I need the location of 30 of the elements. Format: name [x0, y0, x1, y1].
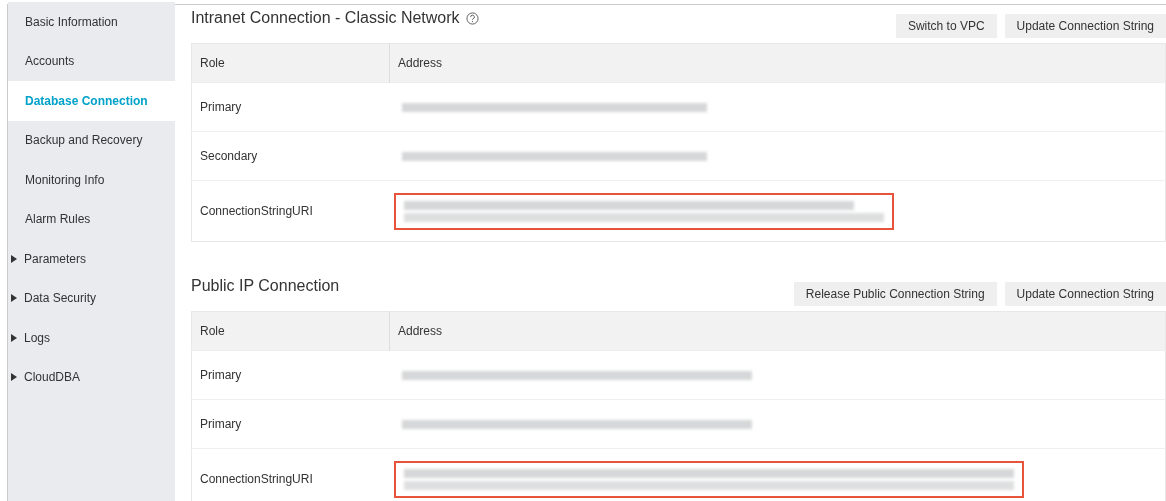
sidebar-item[interactable]: Data Security [8, 278, 175, 318]
action-button[interactable]: Release Public Connection String [793, 282, 997, 306]
sidebar-item[interactable]: CloudDBA [8, 357, 175, 397]
section-title: Intranet Connection - Classic Network [191, 9, 460, 27]
column-header: Role [191, 43, 390, 83]
caret-icon [11, 333, 17, 342]
column-header: Address [389, 43, 1166, 83]
caret-icon [11, 294, 17, 303]
table-cell: Primary [200, 368, 242, 382]
sidebar-item[interactable]: Basic Information [8, 2, 175, 42]
help-icon[interactable] [465, 11, 479, 25]
table-cell: ConnectionStringURI [200, 472, 313, 486]
action-button[interactable]: Switch to VPC [895, 14, 997, 38]
sidebar-item[interactable]: Backup and Recovery [8, 120, 175, 160]
table-cell: Primary [200, 100, 242, 114]
section-title: Public IP Connection [191, 277, 340, 295]
caret-icon [11, 373, 17, 382]
table-cell: Secondary [200, 149, 258, 163]
action-button[interactable]: Update Connection String [1004, 282, 1166, 306]
sidebar-item[interactable]: Accounts [8, 41, 175, 81]
sidebar-item[interactable]: Alarm Rules [8, 199, 175, 239]
table-cell: Primary [200, 417, 242, 431]
column-header: Address [389, 311, 1166, 351]
table-cell: ConnectionStringURI [200, 204, 313, 218]
sidebar-item[interactable]: Monitoring Info [8, 160, 175, 200]
sidebar-item[interactable]: Logs [8, 318, 175, 358]
sidebar-item[interactable]: Parameters [8, 239, 175, 279]
action-button[interactable]: Update Connection String [1004, 14, 1166, 38]
caret-icon [11, 254, 17, 263]
column-header: Role [191, 311, 390, 351]
